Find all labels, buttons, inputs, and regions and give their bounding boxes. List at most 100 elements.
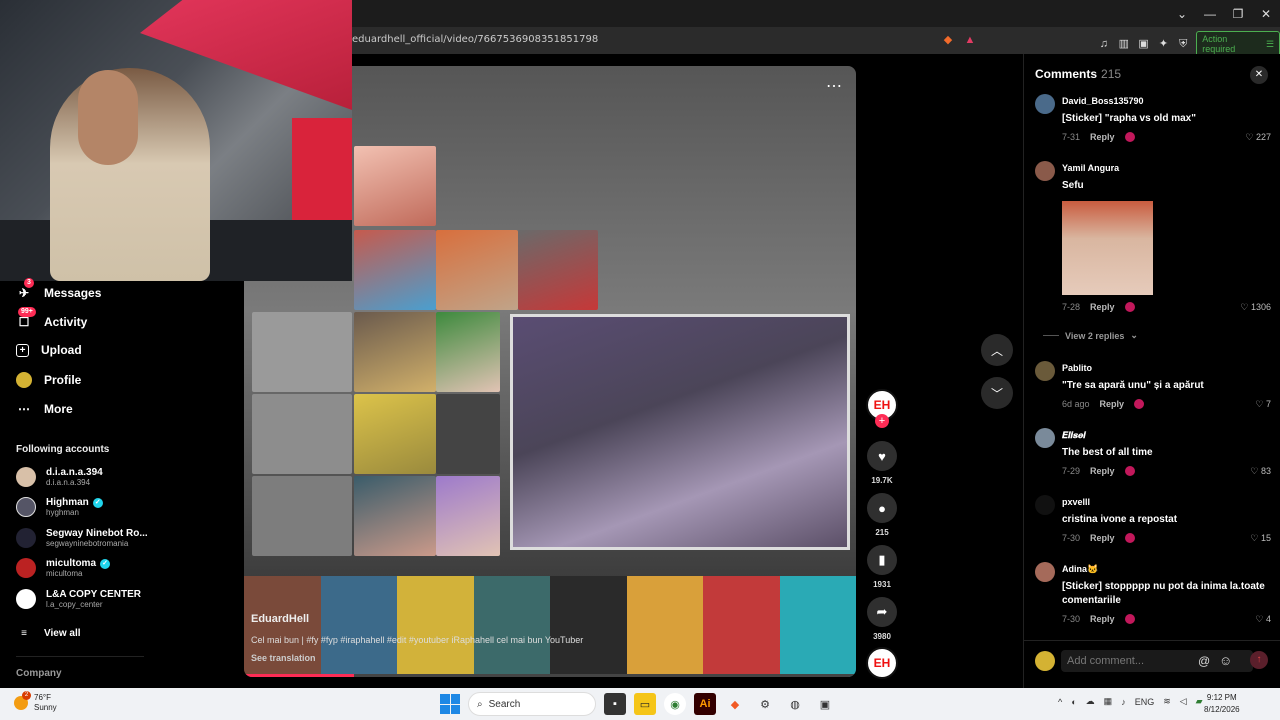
- sidebar-item-profile[interactable]: Profile: [16, 372, 81, 388]
- avatar[interactable]: [1035, 495, 1055, 515]
- minimize-icon[interactable]: —: [1196, 7, 1224, 21]
- comment-like[interactable]: ♡ 7: [1255, 399, 1271, 410]
- start-button[interactable]: [440, 694, 460, 714]
- music-icon[interactable]: ♫: [1097, 37, 1111, 51]
- reply-button[interactable]: Reply: [1090, 614, 1115, 624]
- chrome-icon[interactable]: ◉: [664, 693, 686, 715]
- language-indicator[interactable]: ENG: [1135, 697, 1155, 707]
- following-account[interactable]: micultoma ✓ micultoma: [16, 558, 111, 578]
- save-action[interactable]: ▮ 1931: [866, 545, 898, 589]
- tray-app-icon[interactable]: ▦: [1104, 696, 1113, 707]
- comment-like[interactable]: ♡ 15: [1250, 533, 1271, 544]
- volume-icon[interactable]: ◁: [1180, 696, 1187, 707]
- comment-user[interactable]: Pablito: [1062, 363, 1092, 373]
- sidebar-item-upload[interactable]: + Upload: [16, 343, 82, 357]
- clock[interactable]: 9:12 PM 8/12/2026: [1204, 692, 1240, 716]
- sidebar-item-label: Profile: [44, 373, 82, 387]
- avatar[interactable]: [1035, 94, 1055, 114]
- file-explorer-icon[interactable]: ▭: [634, 693, 656, 715]
- vpn-shield-icon[interactable]: ⛨: [1176, 37, 1190, 51]
- tray-app-icon[interactable]: ◐: [1071, 697, 1076, 707]
- reply-button[interactable]: Reply: [1090, 132, 1115, 142]
- bookmark-icon[interactable]: ▮: [867, 545, 897, 575]
- comment-like[interactable]: ♡ 4: [1255, 614, 1271, 625]
- comment-like[interactable]: ♡ 1306: [1240, 302, 1271, 313]
- sidebar-item-activity[interactable]: ☐ 99+ Activity: [16, 307, 87, 330]
- music-disc-avatar[interactable]: EH: [866, 647, 898, 679]
- emoji-icon[interactable]: ☺: [1219, 653, 1232, 668]
- like-action[interactable]: ♥ 19.7K: [866, 441, 898, 485]
- ai-sparkle-icon[interactable]: ✦: [1157, 37, 1171, 51]
- like-count: 19.7K: [871, 476, 893, 485]
- follow-button[interactable]: +: [875, 414, 889, 428]
- weather-widget[interactable]: 2 76°F Sunny: [14, 691, 57, 713]
- illustrator-icon[interactable]: Ai: [694, 693, 716, 715]
- comment-user[interactable]: Adina🐱: [1062, 564, 1098, 575]
- taskbar-search[interactable]: ⌕ Search: [468, 692, 596, 716]
- reply-button[interactable]: Reply: [1090, 533, 1115, 543]
- avatar[interactable]: [1035, 428, 1055, 448]
- company-link[interactable]: Company: [16, 668, 62, 679]
- comment-date: 7-28: [1062, 302, 1081, 312]
- sidebar-icon[interactable]: ▥: [1117, 37, 1131, 51]
- avatar[interactable]: [1035, 361, 1055, 381]
- following-account[interactable]: L&A COPY CENTER l.a_copy_center: [16, 589, 141, 609]
- app-icon[interactable]: ▣: [814, 693, 836, 715]
- creator-like-icon: [1124, 302, 1135, 312]
- chevron-down-icon[interactable]: ⌄: [1168, 7, 1196, 21]
- previous-video-button[interactable]: ︿: [981, 334, 1013, 366]
- comment-like[interactable]: ♡ 83: [1250, 466, 1271, 477]
- sidebar-item-messages[interactable]: ✈ 3 Messages: [16, 278, 101, 301]
- comment-action[interactable]: ● 215: [866, 493, 898, 537]
- close-comments-button[interactable]: ✕: [1250, 66, 1268, 84]
- share-action[interactable]: ➦ 3980: [866, 597, 898, 641]
- search-icon: ⌕: [477, 698, 483, 710]
- wallet-icon[interactable]: ▣: [1137, 37, 1151, 51]
- avatar[interactable]: [1035, 562, 1055, 582]
- task-view-icon[interactable]: ▪: [604, 693, 626, 715]
- restore-icon[interactable]: ❐: [1224, 7, 1252, 21]
- following-account[interactable]: d.i.a.n.a.394 d.i.a.n.a.394: [16, 467, 103, 487]
- comment-user[interactable]: 𝑬𝒍𝒊𝒔𝒆𝒊: [1062, 430, 1086, 441]
- video-thumbnail: [354, 146, 436, 226]
- comment-user[interactable]: pxvelll: [1062, 497, 1090, 507]
- heart-icon[interactable]: ♥: [867, 441, 897, 471]
- sun-icon: 2: [14, 691, 31, 710]
- comment-icon[interactable]: ●: [867, 493, 897, 523]
- share-icon[interactable]: ➦: [867, 597, 897, 627]
- reply-button[interactable]: Reply: [1090, 466, 1115, 476]
- video-progress-bar[interactable]: [244, 674, 856, 677]
- tray-app-icon[interactable]: ☁: [1086, 696, 1095, 707]
- comment-user[interactable]: Yamil Angura: [1062, 163, 1119, 173]
- following-account[interactable]: Segway Ninebot Ro... segwayninebotromania: [16, 528, 148, 548]
- comment-user[interactable]: David_Boss135790: [1062, 96, 1144, 106]
- comment-like[interactable]: ♡ 227: [1245, 132, 1271, 143]
- app-icon[interactable]: ◍: [784, 693, 806, 715]
- window-controls: ⌄ — ❐ ✕: [1168, 0, 1280, 27]
- wifi-icon[interactable]: ≋: [1163, 696, 1171, 707]
- chevron-up-icon[interactable]: ^: [1058, 697, 1062, 707]
- brave-icon[interactable]: ◆: [724, 693, 746, 715]
- view-all-link[interactable]: ≡ View all: [16, 625, 81, 641]
- more-options-icon[interactable]: ⋯: [826, 76, 842, 96]
- next-video-button[interactable]: ﹀: [981, 377, 1013, 409]
- view-all-label: View all: [44, 627, 81, 639]
- mention-icon[interactable]: @: [1198, 654, 1210, 668]
- app-icon[interactable]: ⚙: [754, 693, 776, 715]
- following-account[interactable]: Highman ✓ hyghman: [16, 497, 103, 517]
- brave-rewards-icon[interactable]: ▲: [963, 33, 977, 47]
- view-replies-button[interactable]: View 2 replies ⌄: [1043, 330, 1138, 341]
- taskbar-apps: ⌕ Search ▪ ▭ ◉ Ai ◆ ⚙ ◍ ▣: [440, 692, 836, 716]
- close-icon[interactable]: ✕: [1252, 7, 1280, 21]
- url-field[interactable]: eduardhell_official/video/76675369083518…: [352, 34, 598, 45]
- battery-icon[interactable]: ▰: [1196, 696, 1203, 707]
- reply-button[interactable]: Reply: [1090, 302, 1115, 312]
- brave-shield-icon[interactable]: ◆: [941, 33, 955, 47]
- reply-button[interactable]: Reply: [1100, 399, 1125, 409]
- video-author[interactable]: EduardHell: [251, 613, 309, 625]
- avatar[interactable]: [1035, 161, 1055, 181]
- microphone-icon[interactable]: ♪: [1121, 697, 1126, 707]
- see-translation-link[interactable]: See translation: [251, 653, 316, 663]
- send-button[interactable]: ↑: [1250, 651, 1268, 669]
- sidebar-item-more[interactable]: ⋯ More: [16, 401, 73, 417]
